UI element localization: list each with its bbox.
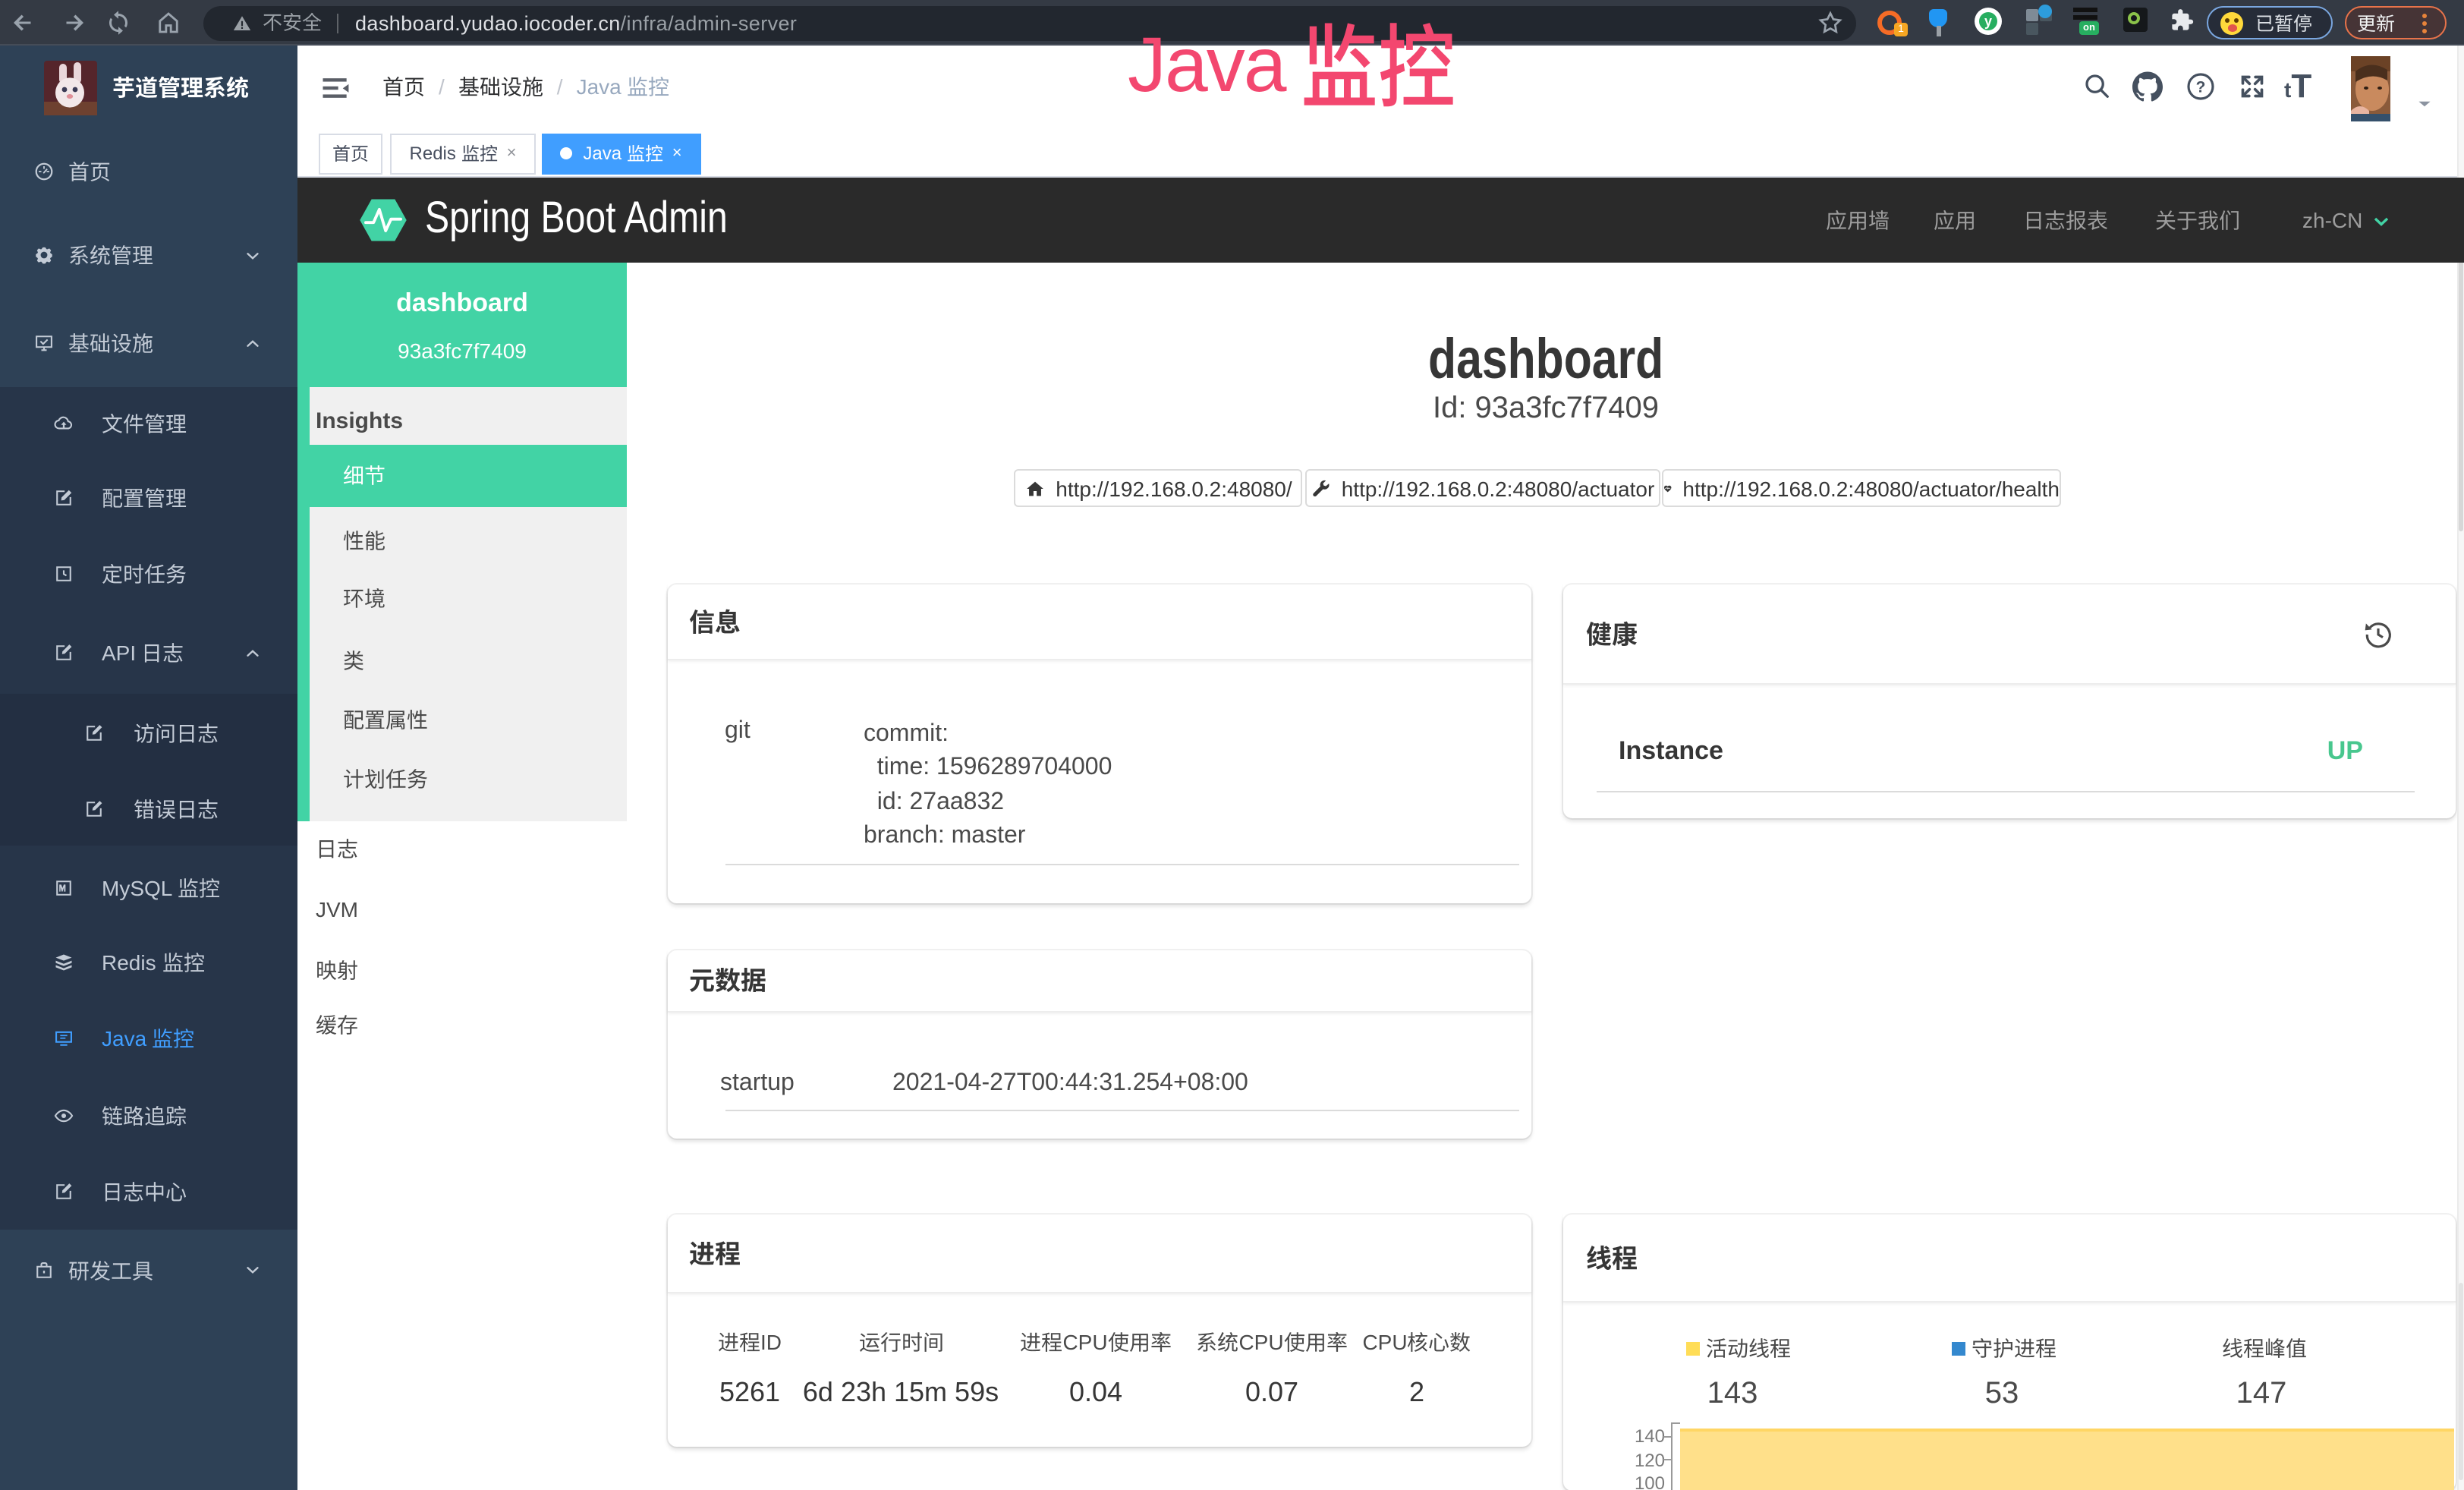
svg-text:?: ?: [2196, 78, 2206, 96]
